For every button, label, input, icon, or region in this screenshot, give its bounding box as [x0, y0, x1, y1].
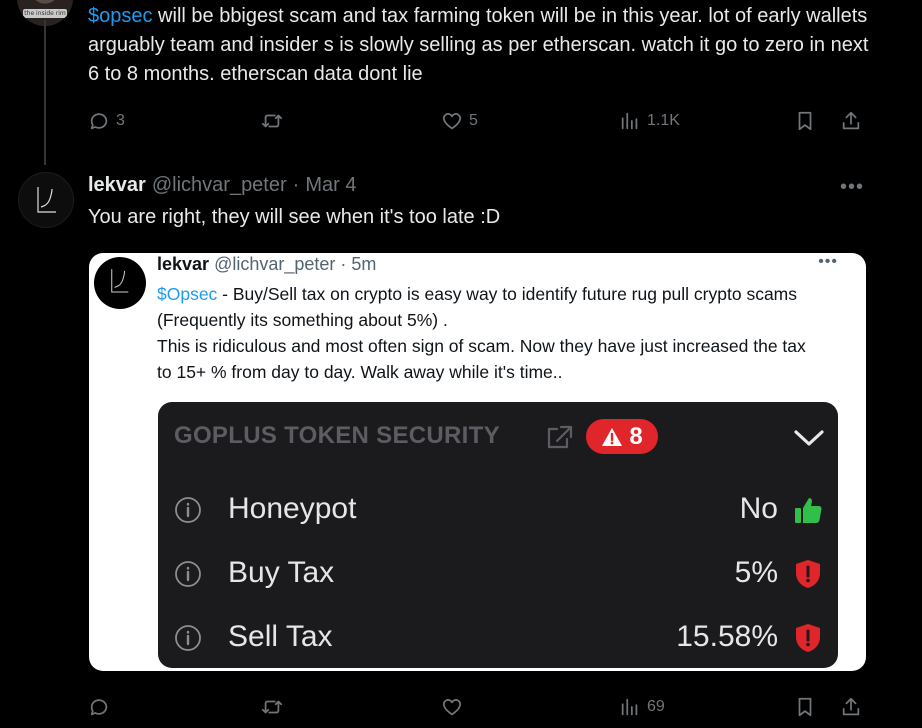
more-options-icon[interactable]: •••: [840, 176, 864, 199]
tweet-text: $opsec will be bbigest scam and tax farm…: [88, 2, 878, 89]
views-count: 1.1K: [647, 112, 680, 129]
share-button[interactable]: [840, 692, 862, 722]
tweet-body: will be bbigest scam and tax farming tok…: [88, 5, 869, 85]
heart-icon: [442, 699, 462, 716]
tweet-actions: 69: [88, 692, 866, 722]
retweet-icon: [261, 114, 283, 128]
reply-button[interactable]: [88, 692, 116, 722]
display-name: lekvar: [157, 254, 210, 274]
avatar-logo-icon: [37, 187, 56, 213]
goplus-row-buy-tax: Buy Tax 5%: [174, 554, 824, 594]
tweet-header: lekvar @lichvar_peter · Mar 4: [88, 174, 356, 197]
embedded-image[interactable]: lekvar @lichvar_peter · 5m ••• $Opsec - …: [89, 253, 866, 671]
thread-connector: [44, 20, 46, 165]
info-icon: [174, 624, 202, 652]
bookmark-button[interactable]: [794, 106, 816, 136]
analytics-icon: [621, 112, 638, 130]
row-value: 15.58%: [676, 620, 778, 653]
shield-alert-icon: [792, 622, 824, 654]
tweet-text: You are right, they will see when it's t…: [88, 206, 501, 228]
separator-dot: ·: [340, 254, 347, 274]
display-name[interactable]: lekvar: [88, 174, 146, 197]
info-icon: [174, 496, 202, 524]
quoted-tweet-body: - Buy/Sell tax on crypto is easy way to …: [157, 284, 806, 382]
share-button[interactable]: [840, 106, 862, 136]
warning-count: 8: [629, 422, 643, 450]
views-button[interactable]: 1.1K: [619, 106, 680, 136]
separator-dot: ·: [292, 174, 300, 196]
reply-count: 3: [116, 112, 125, 129]
user-handle[interactable]: @lichvar_peter: [152, 174, 287, 197]
share-icon: [842, 697, 860, 716]
goplus-title: GOPLUS TOKEN SECURITY: [174, 422, 500, 449]
tweet-time: 5m: [351, 254, 377, 274]
cashtag-link: $Opsec: [157, 284, 218, 304]
more-options-icon: •••: [818, 253, 838, 270]
user-handle: @lichvar_peter: [214, 254, 336, 274]
retweet-button[interactable]: [261, 106, 289, 136]
analytics-icon: [621, 698, 638, 716]
tweet-date[interactable]: Mar 4: [305, 174, 356, 197]
row-label: Buy Tax: [228, 556, 335, 589]
reply-button[interactable]: 3: [88, 106, 125, 136]
views-button[interactable]: 69: [619, 692, 665, 722]
cashtag-link[interactable]: $opsec: [88, 5, 153, 27]
like-count: 5: [469, 112, 478, 129]
row-label: Sell Tax: [228, 620, 333, 653]
thumbs-up-icon: [792, 494, 824, 526]
like-button[interactable]: 5: [441, 106, 478, 136]
views-count: 69: [647, 698, 665, 715]
bookmark-icon: [798, 697, 812, 717]
avatar[interactable]: [18, 172, 74, 228]
chevron-down-icon: [792, 426, 826, 450]
row-value: 5%: [734, 556, 778, 589]
bookmark-button[interactable]: [794, 692, 816, 722]
quoted-tweet-header: lekvar @lichvar_peter · 5m: [157, 254, 376, 275]
reply-icon: [90, 113, 108, 130]
avatar-caption: the inside rim: [23, 9, 67, 18]
retweet-icon: [261, 700, 283, 714]
avatar-logo-icon: [111, 269, 129, 293]
info-icon: [174, 560, 202, 588]
warning-badge: 8: [586, 419, 658, 454]
goplus-row-sell-tax: Sell Tax 15.58%: [174, 618, 824, 658]
heart-icon: [442, 113, 462, 130]
goplus-row-honeypot: Honeypot No: [174, 490, 824, 530]
avatar: [94, 257, 146, 309]
row-label: Honeypot: [228, 492, 357, 525]
row-value: No: [739, 492, 778, 525]
goplus-security-panel: GOPLUS TOKEN SECURITY 8 Honeypot No Buy: [158, 402, 838, 668]
external-link-icon: [544, 424, 574, 452]
warning-triangle-icon: [602, 427, 623, 446]
share-icon: [842, 111, 860, 130]
tweet-actions: 3 5 1.1K: [88, 106, 866, 136]
quoted-tweet-text: $Opsec - Buy/Sell tax on crypto is easy …: [157, 281, 807, 385]
reply-icon: [90, 699, 108, 716]
bookmark-icon: [798, 111, 812, 131]
retweet-button[interactable]: [261, 692, 289, 722]
shield-alert-icon: [792, 558, 824, 590]
like-button[interactable]: [441, 692, 469, 722]
